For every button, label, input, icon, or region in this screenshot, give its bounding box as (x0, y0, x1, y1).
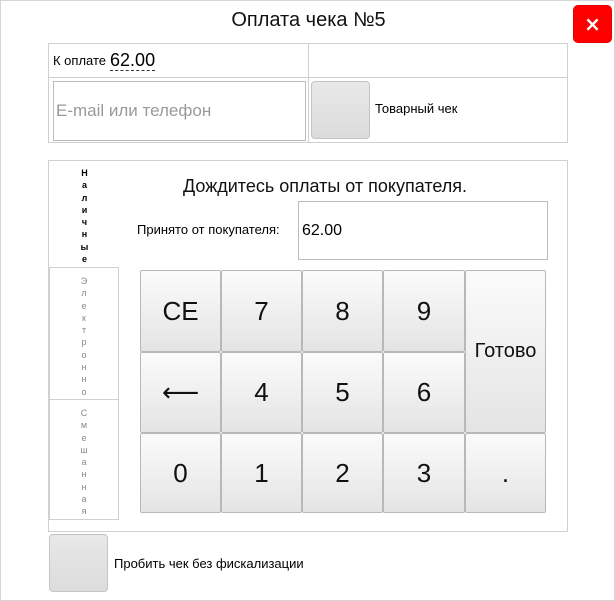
key-clear[interactable]: CE (140, 270, 221, 352)
amount-label: К оплате (53, 53, 107, 68)
key-0[interactable]: 0 (140, 433, 221, 513)
receipt-cell: Товарный чек (309, 78, 567, 142)
tab-cash-label: Н а л и ч н ы е (80, 168, 89, 265)
key-9[interactable]: 9 (383, 270, 465, 352)
key-backspace[interactable]: ⟵ (140, 352, 221, 433)
summary-table: К оплате 62.00 Товарный чек (48, 43, 568, 143)
key-6[interactable]: 6 (383, 352, 465, 433)
key-decimal[interactable]: . (465, 433, 546, 513)
key-5[interactable]: 5 (302, 352, 383, 433)
amount-cell: К оплате 62.00 (49, 44, 309, 78)
payment-panel: Н а л и ч н ы е Э л е к т р о н н о С м … (48, 160, 568, 532)
key-4[interactable]: 4 (221, 352, 302, 433)
amount-value[interactable]: 62.00 (110, 50, 156, 71)
key-7[interactable]: 7 (221, 270, 302, 352)
key-8[interactable]: 8 (302, 270, 383, 352)
key-3[interactable]: 3 (383, 433, 465, 513)
close-icon: × (584, 12, 601, 36)
tab-electronic[interactable]: Э л е к т р о н н о (49, 267, 119, 400)
close-button[interactable]: × (573, 5, 612, 43)
receipt-label: Товарный чек (375, 101, 458, 116)
received-input[interactable] (298, 201, 548, 260)
backspace-icon: ⟵ (161, 377, 200, 407)
contact-cell (49, 78, 309, 142)
receipt-toggle-button[interactable] (311, 81, 370, 139)
dialog-title: Оплата чека №5 (231, 9, 386, 31)
nofiscal-toggle-button[interactable] (49, 534, 108, 592)
empty-cell (309, 44, 567, 78)
tab-mixed[interactable]: С м е ш а н н а я (49, 399, 119, 520)
wait-message: Дождитесь оплаты от покупателя. (183, 176, 468, 196)
tab-cash[interactable]: Н а л и ч н ы е (49, 160, 119, 268)
nofiscal-label: Пробить чек без фискализации (114, 556, 304, 571)
done-button[interactable]: Готово (465, 270, 546, 433)
tab-mixed-label: С м е ш а н н а я (80, 408, 88, 517)
received-label: Принято от покупателя: (137, 222, 280, 237)
payment-dialog: Оплата чека №5 × К оплате 62.00 Товарный… (0, 0, 615, 601)
tab-electronic-label: Э л е к т р о н н о (80, 276, 88, 397)
key-1[interactable]: 1 (221, 433, 302, 513)
contact-input[interactable] (53, 81, 306, 141)
key-2[interactable]: 2 (302, 433, 383, 513)
